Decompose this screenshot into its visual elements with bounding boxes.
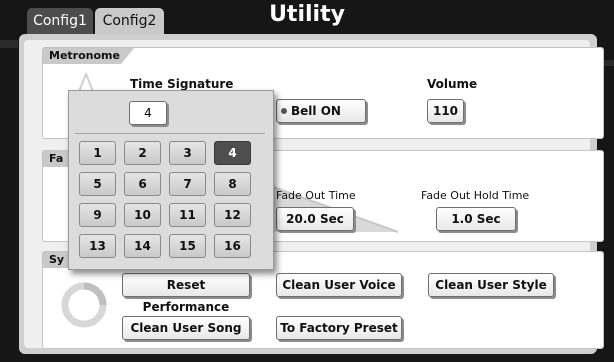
time-signature-option-7[interactable]: 7 — [169, 172, 206, 196]
time-signature-label: Time Signature — [130, 77, 234, 91]
time-signature-value-field[interactable]: 4 — [129, 101, 167, 125]
time-signature-option-8[interactable]: 8 — [214, 172, 251, 196]
time-signature-option-16[interactable]: 16 — [214, 234, 251, 258]
metronome-section-label: Metronome — [43, 48, 134, 64]
fade-out-hold-time-label: Fade Out Hold Time — [421, 189, 530, 202]
tab-config1[interactable]: Config1 — [27, 8, 93, 34]
time-signature-option-3[interactable]: 3 — [169, 141, 206, 165]
time-signature-option-9[interactable]: 9 — [79, 203, 116, 227]
page-title: Utility — [269, 2, 345, 27]
reset-circle-icon — [61, 282, 107, 328]
fade-out-hold-time-field[interactable]: 1.0 Sec — [436, 207, 516, 231]
clean-user-style-button[interactable]: Clean User Style — [428, 273, 554, 297]
popup-divider — [75, 133, 265, 134]
time-signature-popup: 4 1 2 3 4 5 6 7 8 9 10 11 12 13 14 15 16 — [68, 90, 274, 270]
time-signature-option-10[interactable]: 10 — [124, 203, 161, 227]
time-signature-option-12[interactable]: 12 — [214, 203, 251, 227]
bell-on-button[interactable]: Bell ON — [276, 99, 366, 123]
background-stripe — [0, 40, 18, 48]
time-signature-option-6[interactable]: 6 — [124, 172, 161, 196]
to-factory-preset-button[interactable]: To Factory Preset — [276, 316, 402, 340]
volume-label: Volume — [427, 77, 478, 91]
time-signature-option-15[interactable]: 15 — [169, 234, 206, 258]
bell-indicator-icon — [281, 107, 287, 114]
time-signature-option-4[interactable]: 4 — [214, 141, 251, 165]
time-signature-option-13[interactable]: 13 — [79, 234, 116, 258]
fade-out-time-field[interactable]: 20.0 Sec — [276, 207, 354, 231]
tab-config2[interactable]: Config2 — [95, 8, 164, 34]
clean-user-voice-button[interactable]: Clean User Voice — [276, 273, 402, 297]
time-signature-option-5[interactable]: 5 — [79, 172, 116, 196]
time-signature-option-14[interactable]: 14 — [124, 234, 161, 258]
volume-field[interactable]: 110 — [427, 99, 464, 123]
time-signature-option-1[interactable]: 1 — [79, 141, 116, 165]
reset-performance-button[interactable]: Reset Performance — [122, 273, 250, 314]
time-signature-option-2[interactable]: 2 — [124, 141, 161, 165]
fade-out-time-label: Fade Out Time — [276, 189, 356, 202]
time-signature-option-11[interactable]: 11 — [169, 203, 206, 227]
bell-on-label: Bell ON — [291, 104, 341, 118]
clean-user-song-button[interactable]: Clean User Song — [122, 316, 250, 340]
